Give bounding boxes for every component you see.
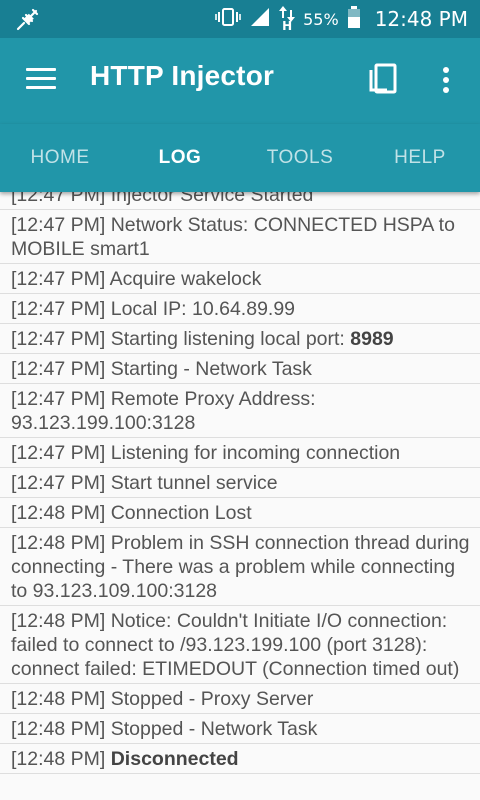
log-entry: [12:48 PM] Disconnected [0, 744, 480, 774]
vibrate-icon [215, 7, 241, 32]
tab-tools[interactable]: TOOLS [240, 124, 360, 192]
log-entry: [12:47 PM] Remote Proxy Address: 93.123.… [0, 384, 480, 438]
tab-help[interactable]: HELP [360, 124, 480, 192]
log-entry-text: [12:48 PM] Connection Lost [11, 502, 252, 524]
log-entry: [12:47 PM] Local IP: 10.64.89.99 [0, 294, 480, 324]
log-entry-text: [12:47 PM] Network Status: CONNECTED HSP… [11, 214, 455, 260]
log-entry-highlight: 8989 [350, 328, 394, 350]
more-vert-icon[interactable] [434, 64, 458, 98]
log-entry: [12:48 PM] Connection Lost [0, 498, 480, 528]
log-entry: [12:47 PM] Acquire wakelock [0, 264, 480, 294]
log-entry-highlight: Disconnected [110, 748, 239, 770]
log-entry-text: [12:47 PM] Local IP: 10.64.89.99 [11, 298, 296, 320]
status-bar: H 55% 12:48 PM [0, 0, 480, 38]
log-entry: [12:48 PM] Stopped - Proxy Server [0, 684, 480, 714]
log-entry: [12:48 PM] Problem in SSH connection thr… [0, 528, 480, 606]
log-entry: [12:47 PM] Starting listening local port… [0, 324, 480, 354]
log-entry: [12:48 PM] Stopped - Network Task [0, 714, 480, 744]
injector-icon [14, 7, 40, 37]
log-entry-text: [12:48 PM] Problem in SSH connection thr… [11, 532, 470, 602]
app-bar: HTTP Injector [0, 38, 480, 124]
log-entry-text: [12:48 PM] [11, 748, 111, 770]
data-arrows-icon: H [279, 4, 296, 34]
log-entry-text: [12:47 PM] Starting listening local port… [11, 328, 351, 350]
tab-log[interactable]: LOG [120, 124, 240, 192]
log-entry-text: [12:47 PM] Acquire wakelock [11, 268, 262, 290]
log-entry-text: [12:47 PM] Starting - Network Task [11, 358, 312, 380]
log-entry-text: [12:48 PM] Notice: Couldn't Initiate I/O… [11, 610, 460, 680]
app-title: HTTP Injector [90, 60, 275, 91]
clock: 12:48 PM [374, 7, 468, 31]
log-entry: [12:47 PM] Listening for incoming connec… [0, 438, 480, 468]
log-entry-text: [12:48 PM] Stopped - Proxy Server [11, 688, 314, 710]
signal-icon [249, 7, 271, 32]
copy-icon[interactable] [365, 62, 401, 98]
log-entry-text: [12:48 PM] Stopped - Network Task [11, 718, 318, 740]
log-entry-text: [12:47 PM] Start tunnel service [11, 472, 278, 494]
log-entry: [12:48 PM] Notice: Couldn't Initiate I/O… [0, 606, 480, 684]
log-entry: [12:47 PM] Start tunnel service [0, 468, 480, 498]
battery-icon [347, 5, 361, 33]
tab-home[interactable]: HOME [0, 124, 120, 192]
menu-icon[interactable] [26, 68, 56, 92]
log-list[interactable]: [12:47 PM] Injector Service Started [12:4… [0, 180, 480, 800]
log-entry: [12:47 PM] Starting - Network Task [0, 354, 480, 384]
battery-percent: 55% [303, 9, 339, 29]
network-type-label: H [282, 19, 293, 33]
tab-bar: HOME LOG TOOLS HELP [0, 124, 480, 192]
log-entry-text: [12:47 PM] Listening for incoming connec… [11, 442, 401, 464]
log-entry-text: [12:47 PM] Remote Proxy Address: 93.123.… [11, 388, 316, 434]
log-entry: [12:47 PM] Network Status: CONNECTED HSP… [0, 210, 480, 264]
